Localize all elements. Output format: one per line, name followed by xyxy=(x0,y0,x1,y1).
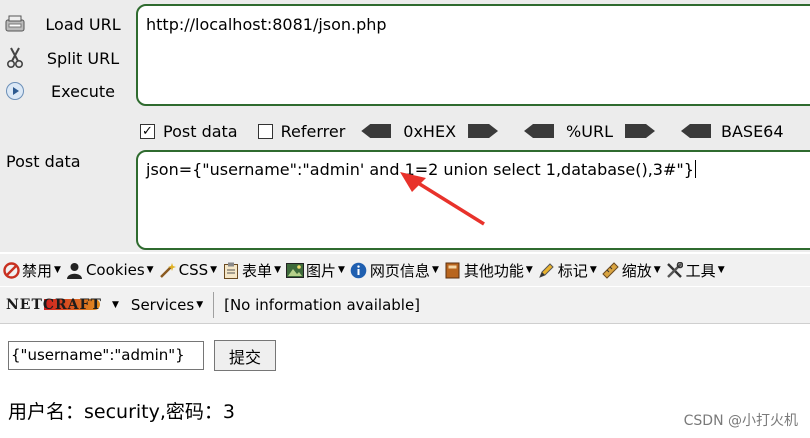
post-data-checkbox[interactable]: ✓ Post data xyxy=(140,122,238,141)
base64-decode-arrow-icon[interactable] xyxy=(680,124,711,138)
text-caret xyxy=(694,160,696,178)
execute-label: Execute xyxy=(51,81,115,101)
ruler-icon xyxy=(602,261,620,279)
submit-button[interactable]: 提交 xyxy=(214,340,276,371)
tools-icon xyxy=(666,261,684,279)
url-encode-arrow-icon[interactable] xyxy=(624,124,655,138)
info-menu[interactable]: 网页信息 ▼ xyxy=(348,260,442,281)
hackbar-options: ✓ Post data Referrer 0xHEX %URL BASE64 xyxy=(140,118,810,144)
clipboard-icon xyxy=(222,261,240,279)
resize-label: 缩放 xyxy=(621,261,652,280)
load-url-label: Load URL xyxy=(45,14,121,34)
cookies-menu[interactable]: Cookies ▼ xyxy=(64,261,157,279)
netcraft-wordmark: NETCRAFT xyxy=(6,297,102,313)
execute-button[interactable]: Execute xyxy=(4,77,132,105)
info-label: 网页信息 xyxy=(369,261,430,280)
css-menu[interactable]: CSS ▼ xyxy=(157,261,220,279)
tools-label: 工具 xyxy=(685,261,716,280)
images-label: 图片 xyxy=(305,261,336,280)
post-data-label: Post data xyxy=(6,152,81,171)
hex-label: 0xHEX xyxy=(403,121,457,141)
netcraft-toolbar: NETCRAFT ▼ Services ▼ [No information ava… xyxy=(0,287,810,324)
hex-encode-arrow-icon[interactable] xyxy=(468,124,499,138)
services-menu[interactable]: Services ▼ xyxy=(131,296,203,314)
base64-label: BASE64 xyxy=(720,121,784,141)
css-label: CSS xyxy=(178,261,209,279)
magic-wand-icon xyxy=(159,261,177,279)
post-data-option-label: Post data xyxy=(163,121,238,141)
toolbar-divider xyxy=(213,292,215,318)
netcraft-info-text: [No information available] xyxy=(224,296,421,314)
referrer-option-label: Referrer xyxy=(280,121,346,141)
tools-menu[interactable]: 工具 ▼ xyxy=(664,260,728,281)
resize-menu[interactable]: 缩放 ▼ xyxy=(600,260,664,281)
mark-label: 标记 xyxy=(557,261,588,280)
checkbox-empty-icon xyxy=(257,123,273,139)
book-icon xyxy=(444,261,462,279)
mark-menu[interactable]: 标记 ▼ xyxy=(536,260,600,281)
referrer-checkbox[interactable]: Referrer xyxy=(257,121,346,141)
load-url-icon xyxy=(4,13,26,35)
play-icon xyxy=(4,80,26,102)
images-menu[interactable]: 图片 ▼ xyxy=(284,260,348,281)
disable-label: 禁用 xyxy=(22,261,53,280)
disable-menu[interactable]: 禁用 ▼ xyxy=(0,260,64,281)
url-encode-label: %URL xyxy=(566,121,613,141)
cookies-label: Cookies xyxy=(85,261,145,279)
web-developer-toolbar: 禁用 ▼ Cookies ▼ CSS ▼ 表单 ▼ 图片 ▼ 网页信息 ▼ 其他功能 ▼ 标记… xyxy=(0,254,810,286)
url-value: http://localhost:8081/json.php xyxy=(146,15,387,34)
image-icon xyxy=(285,261,304,279)
split-url-label: Split URL xyxy=(46,48,120,68)
hex-decode-arrow-icon[interactable] xyxy=(361,124,392,138)
misc-menu[interactable]: 其他功能 ▼ xyxy=(442,260,536,281)
misc-label: 其他功能 xyxy=(463,261,524,280)
json-input[interactable]: {"username":"admin"} xyxy=(8,341,204,370)
red-arrow-annotation xyxy=(400,172,485,226)
pencil-icon xyxy=(538,261,556,279)
disable-icon xyxy=(2,261,20,279)
scissors-icon xyxy=(4,47,26,69)
load-url-button[interactable]: Load URL xyxy=(4,10,132,38)
forms-label: 表单 xyxy=(242,261,273,280)
url-decode-arrow-icon[interactable] xyxy=(524,124,555,138)
checkmark-icon: ✓ xyxy=(140,123,155,139)
query-result-text: 用户名：security,密码：3 xyxy=(8,401,235,423)
csdn-watermark: CSDN @小打火机 xyxy=(683,413,798,429)
url-textarea[interactable]: http://localhost:8081/json.php xyxy=(136,4,810,106)
forms-menu[interactable]: 表单 ▼ xyxy=(220,260,284,281)
user-icon xyxy=(66,261,84,279)
netcraft-dropdown-icon[interactable]: ▼ xyxy=(112,300,119,310)
netcraft-logo[interactable]: NETCRAFT xyxy=(6,294,101,316)
info-icon xyxy=(350,261,368,279)
hackbar-panel: Load URL Split URL Execute http://localh… xyxy=(0,0,810,252)
services-label: Services xyxy=(130,296,195,314)
split-url-button[interactable]: Split URL xyxy=(4,44,132,72)
